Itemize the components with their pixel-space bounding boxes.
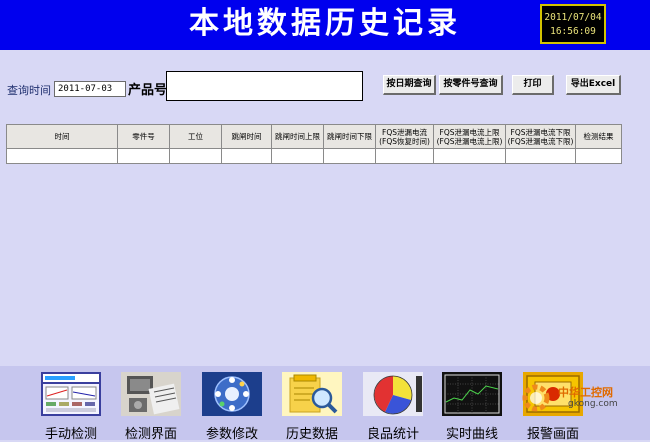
nav-label: 检测界面 — [124, 427, 177, 442]
table-cell[interactable] — [117, 148, 170, 164]
history-table: 时间 零件号 工位 跳闸时间 跳闸时间上限 跳闸时间下限 FQS泄漏电流 (FQ… — [6, 124, 622, 164]
export-excel-button[interactable]: 导出Excel — [566, 75, 621, 95]
watermark-text-cn: 中华工控网 — [558, 386, 613, 399]
query-time-label: 查询时间 — [7, 84, 51, 97]
query-by-part-button[interactable]: 按零件号查询 — [439, 75, 503, 95]
history-data-icon — [282, 372, 342, 416]
gear-logo-icon — [522, 384, 550, 412]
table-cell[interactable] — [505, 148, 576, 164]
parameter-edit-icon — [202, 372, 262, 416]
table-cell[interactable] — [271, 148, 324, 164]
column-header[interactable]: 工位 — [169, 124, 222, 149]
column-header[interactable]: 跳闸时间上限 — [271, 124, 324, 149]
table-cell[interactable] — [221, 148, 272, 164]
table-cell[interactable] — [323, 148, 376, 164]
test-screen-icon — [121, 372, 181, 416]
nav-history-data[interactable]: 历史数据 — [272, 372, 352, 442]
column-header[interactable]: 零件号 — [117, 124, 170, 149]
page-title: 本地数据历史记录 — [189, 6, 461, 41]
gkong-watermark: 中华工控网 gkong.com — [516, 378, 650, 418]
column-header[interactable]: 时间 — [6, 124, 118, 149]
product-number-input[interactable] — [166, 71, 363, 101]
column-header[interactable]: 跳闸时间 — [221, 124, 272, 149]
nav-label: 报警画面 — [526, 427, 579, 442]
nav-parameter-edit[interactable]: 参数修改 — [192, 372, 272, 442]
nav-label: 良品统计 — [366, 427, 419, 442]
table-cell[interactable] — [575, 148, 622, 164]
nav-label: 实时曲线 — [445, 427, 498, 442]
nav-label: 历史数据 — [285, 427, 338, 442]
table-cell[interactable] — [6, 148, 118, 164]
clock-display: 2011/07/04 16:56:09 — [540, 4, 606, 44]
nav-label: 参数修改 — [205, 427, 258, 442]
clock-date: 2011/07/04 — [544, 12, 602, 23]
nav-realtime-curve[interactable]: 实时曲线 — [432, 372, 512, 442]
column-header[interactable]: FQS泄漏电流 (FQS恢复时间) — [375, 124, 434, 149]
query-by-date-button[interactable]: 按日期查询 — [383, 75, 436, 95]
print-button[interactable]: 打印 — [512, 75, 554, 95]
realtime-curve-icon — [442, 372, 502, 416]
table-row[interactable] — [6, 148, 622, 164]
column-header[interactable]: FQS泄漏电流上限 (FQS泄漏电流上限) — [433, 124, 506, 149]
table-cell[interactable] — [375, 148, 434, 164]
nav-label: 手动检测 — [44, 427, 97, 442]
table-cell[interactable] — [433, 148, 506, 164]
nav-test-screen[interactable]: 检测界面 — [111, 372, 191, 442]
clock-time: 16:56:09 — [550, 26, 596, 37]
column-header[interactable]: FQS泄漏电流下限 (FQS泄漏电流下限) — [505, 124, 576, 149]
nav-manual-test[interactable]: 手动检测 — [31, 372, 111, 442]
table-header-row: 时间 零件号 工位 跳闸时间 跳闸时间上限 跳闸时间下限 FQS泄漏电流 (FQ… — [6, 124, 622, 149]
column-header[interactable]: 检测结果 — [575, 124, 622, 149]
table-cell[interactable] — [169, 148, 222, 164]
watermark-text-en: gkong.com — [568, 399, 618, 409]
nav-good-product-stats[interactable]: 良品统计 — [353, 372, 433, 442]
manual-test-icon — [41, 372, 101, 416]
header-bar: 本地数据历史记录 2011/07/04 16:56:09 — [0, 0, 650, 50]
good-product-pie-icon — [363, 372, 423, 416]
query-date-input[interactable]: 2011-07-03 — [54, 81, 126, 97]
column-header[interactable]: 跳闸时间下限 — [323, 124, 376, 149]
